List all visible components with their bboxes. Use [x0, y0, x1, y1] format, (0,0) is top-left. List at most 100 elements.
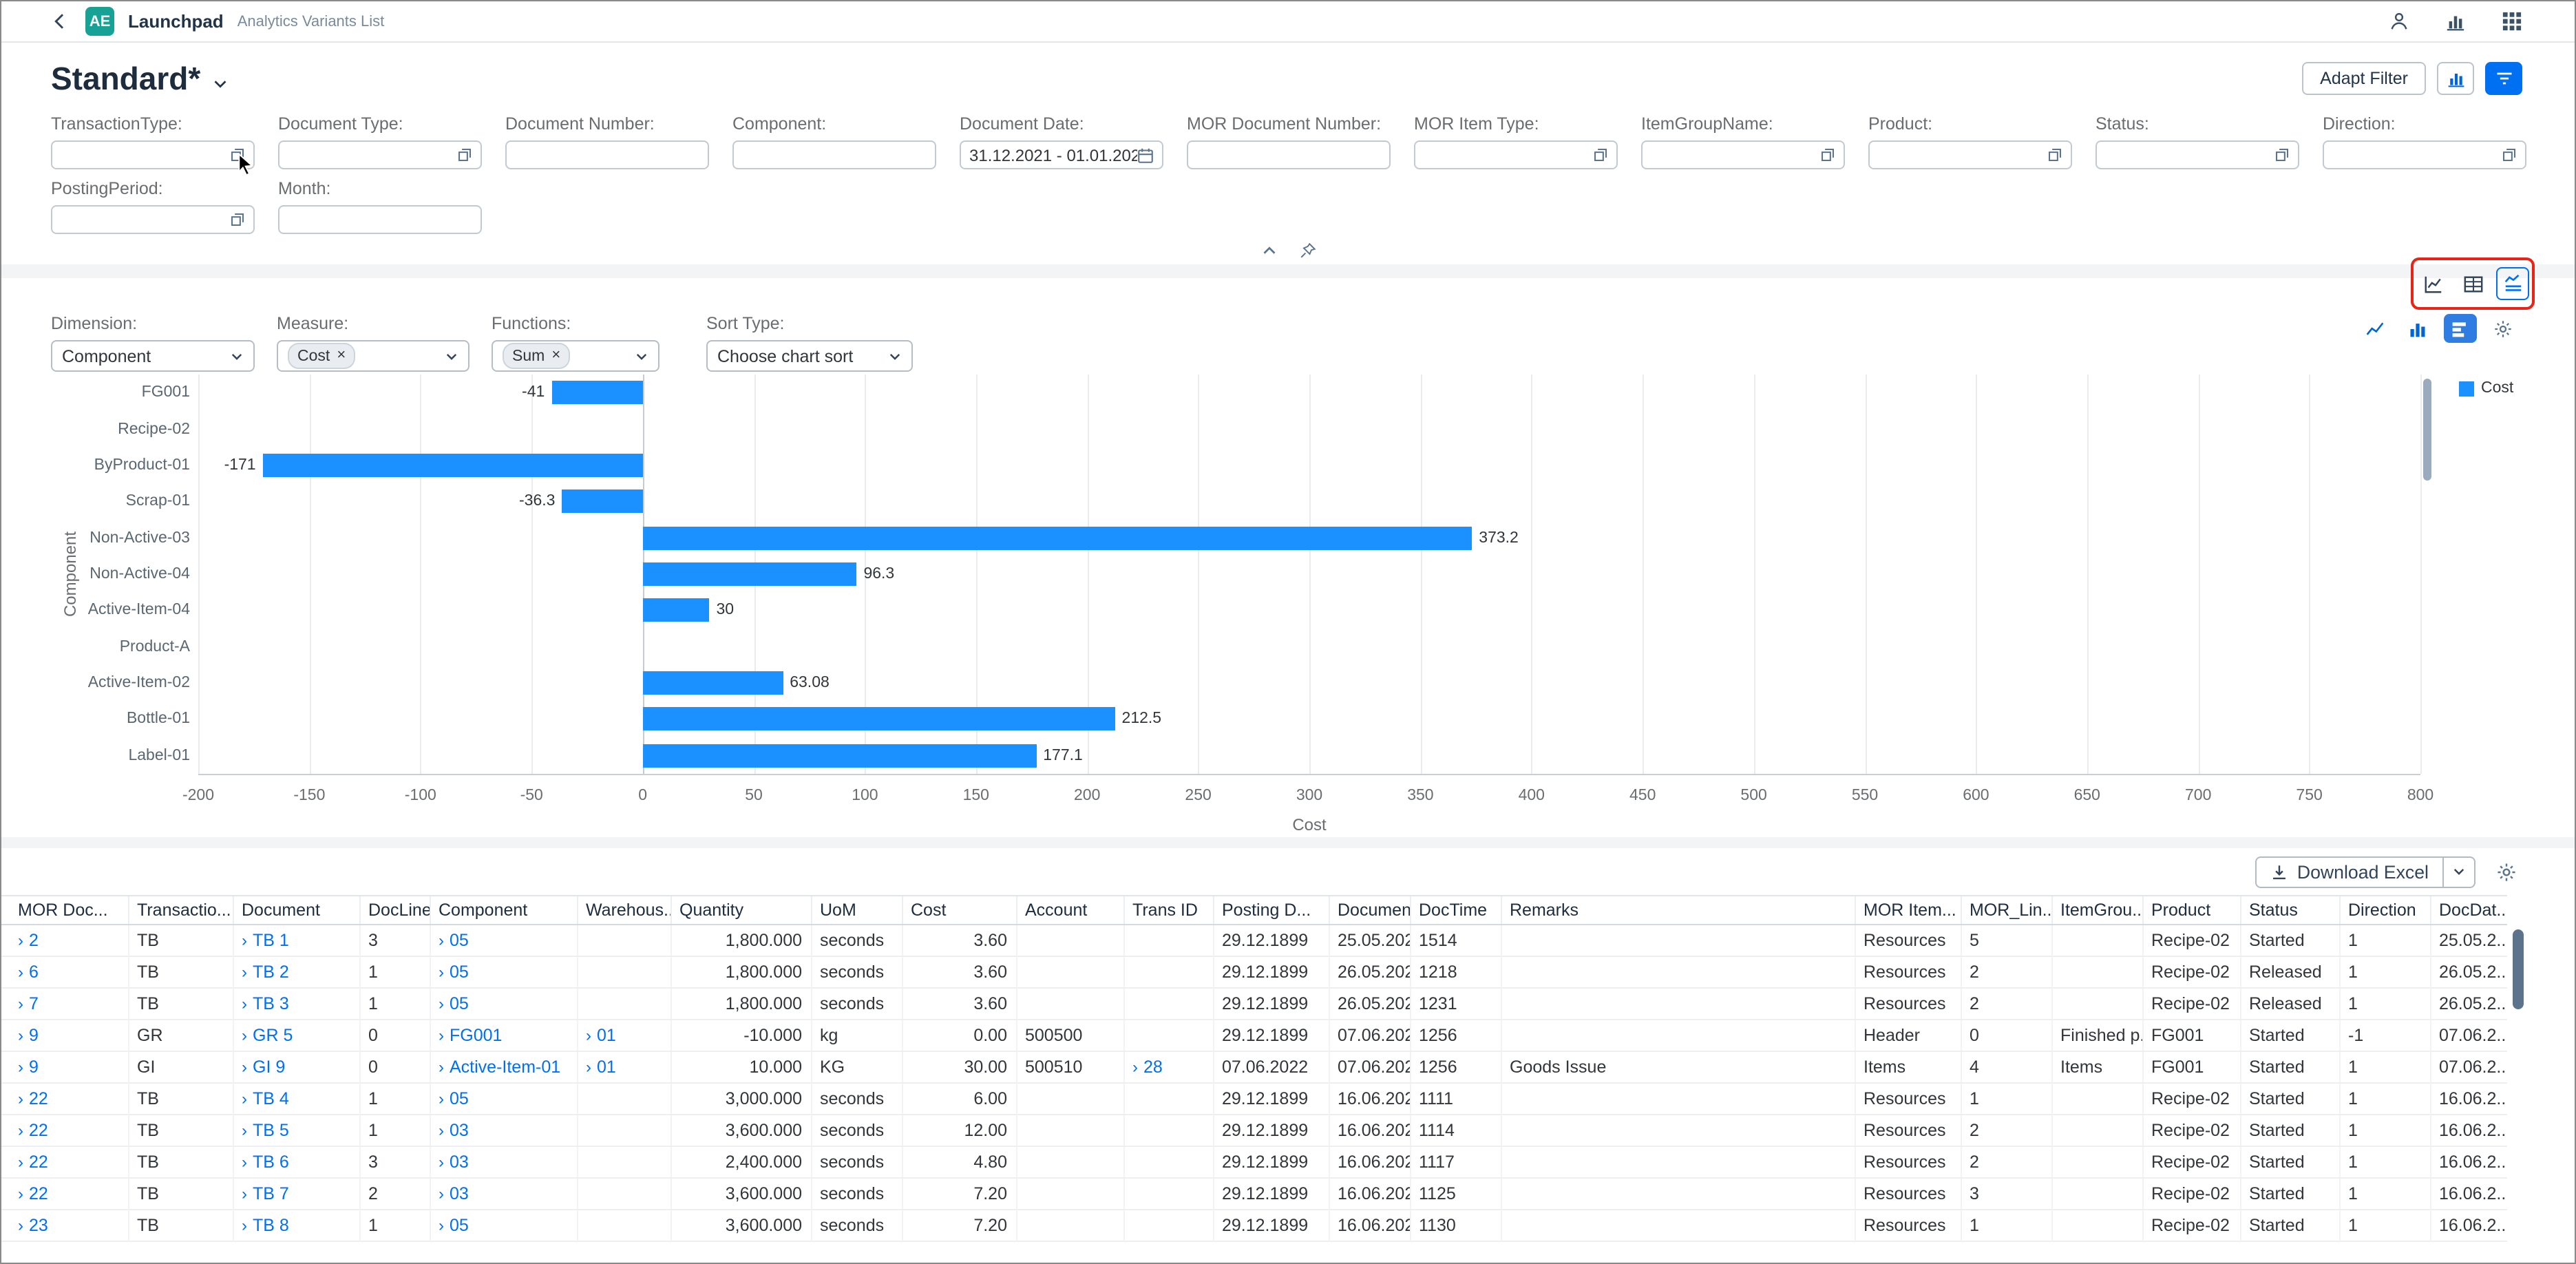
column-header[interactable]: Warehous...	[577, 896, 671, 925]
column-header[interactable]: UoM	[811, 896, 902, 925]
value-help-button[interactable]	[457, 147, 472, 162]
column-header[interactable]: MOR Item...	[1855, 896, 1961, 925]
cell-link[interactable]: ›22	[18, 1121, 48, 1140]
line-chart-type-button[interactable]	[2358, 314, 2392, 343]
column-header[interactable]: Status	[2240, 896, 2339, 925]
filter-input[interactable]: 31.12.2021 - 01.01.2023	[960, 140, 1163, 169]
variant-select-button[interactable]	[211, 75, 228, 92]
filter-input[interactable]	[278, 140, 482, 169]
cell-link[interactable]: ›TB 3	[242, 994, 289, 1013]
table-row[interactable]: ›23TB›TB 81›053,600.000seconds7.2029.12.…	[1, 1210, 2507, 1241]
cell-link[interactable]: ›05	[439, 931, 469, 950]
filter-input[interactable]	[51, 205, 255, 234]
measure-multi-input[interactable]: Cost ×	[277, 340, 469, 372]
value-help-button[interactable]	[230, 147, 245, 162]
cell-link[interactable]: ›TB 1	[242, 931, 289, 950]
filter-input[interactable]	[732, 140, 936, 169]
column-header[interactable]: Account	[1016, 896, 1123, 925]
value-help-button[interactable]	[2502, 147, 2517, 162]
table-row[interactable]: ›22TB›TB 72›033,600.000seconds7.2029.12.…	[1, 1178, 2507, 1210]
value-help-button[interactable]	[2274, 147, 2290, 162]
bar-fg001[interactable]	[551, 381, 642, 404]
value-help-button[interactable]	[1820, 147, 1835, 162]
filter-input[interactable]	[1641, 140, 1845, 169]
cell-link[interactable]: ›05	[439, 1216, 469, 1235]
cell-link[interactable]: ›TB 7	[242, 1184, 289, 1203]
filter-input[interactable]	[2095, 140, 2299, 169]
cell-link[interactable]: ›TB 4	[242, 1089, 289, 1108]
cell-link[interactable]: ›TB 5	[242, 1121, 289, 1140]
table-scrollbar-thumb[interactable]	[2513, 929, 2524, 1009]
value-help-button[interactable]	[230, 212, 245, 227]
cell-link[interactable]: ›Active-Item-01	[439, 1057, 560, 1077]
column-header[interactable]: ItemGrou...	[2051, 896, 2142, 925]
column-header[interactable]: Remarks	[1501, 896, 1855, 925]
column-header[interactable]: Transactio...	[128, 896, 233, 925]
bar-non-active-04[interactable]	[643, 562, 857, 586]
analytics-button[interactable]	[2445, 11, 2466, 32]
table-settings-button[interactable]	[2496, 861, 2517, 882]
column-header[interactable]: Direction	[2339, 896, 2430, 925]
table-row[interactable]: ›22TB›TB 63›032,400.000seconds4.8029.12.…	[1, 1146, 2507, 1178]
token-remove-icon[interactable]: ×	[551, 348, 560, 364]
horizontal-bar-chart-type-button[interactable]	[2444, 314, 2477, 343]
column-header[interactable]: DocDat...	[2430, 896, 2507, 925]
filter-input[interactable]	[278, 205, 482, 234]
column-header[interactable]: MOR Doc...	[1, 896, 128, 925]
bar-bottle-01[interactable]	[643, 708, 1115, 731]
token-remove-icon[interactable]: ×	[337, 348, 346, 364]
cell-link[interactable]: ›03	[439, 1152, 469, 1172]
cell-link[interactable]: ›7	[18, 994, 39, 1013]
column-header[interactable]: Trans ID	[1123, 896, 1213, 925]
cell-link[interactable]: ›GI 9	[242, 1057, 285, 1077]
calendar-button[interactable]	[1137, 147, 1154, 163]
table-row[interactable]: ›6TB›TB 21›051,800.000seconds3.6029.12.1…	[1, 956, 2507, 988]
cell-link[interactable]: ›6	[18, 962, 39, 982]
download-menu-button[interactable]	[2442, 857, 2474, 886]
cell-link[interactable]: ›FG001	[439, 1026, 502, 1045]
cell-link[interactable]: ›01	[586, 1057, 616, 1077]
filter-input[interactable]	[51, 140, 255, 169]
bar-active-item-04[interactable]	[643, 599, 710, 622]
filter-input[interactable]	[505, 140, 709, 169]
cell-link[interactable]: ›TB 6	[242, 1152, 289, 1172]
cell-link[interactable]: ›05	[439, 994, 469, 1013]
cell-link[interactable]: ›05	[439, 1089, 469, 1108]
table-row[interactable]: ›7TB›TB 31›051,800.000seconds3.6029.12.1…	[1, 988, 2507, 1020]
cell-link[interactable]: ›03	[439, 1184, 469, 1203]
filter-input[interactable]	[1414, 140, 1618, 169]
app-finder-button[interactable]	[2502, 11, 2522, 32]
dimension-select[interactable]: Component	[51, 340, 255, 372]
cell-link[interactable]: ›TB 2	[242, 962, 289, 982]
column-header[interactable]: Document...	[1329, 896, 1410, 925]
chart-toggle-button[interactable]	[2437, 62, 2474, 95]
column-header[interactable]: DocTime	[1410, 896, 1501, 925]
chart-scrollbar[interactable]	[2423, 379, 2431, 481]
column-header[interactable]: DocLine	[359, 896, 430, 925]
column-header[interactable]: Cost	[902, 896, 1016, 925]
chart-settings-button[interactable]	[2487, 314, 2520, 343]
bar-active-item-02[interactable]	[643, 671, 783, 695]
table-row[interactable]: ›9GR›GR 50›FG001›01-10.000kg0.0050050029…	[1, 1020, 2507, 1051]
cell-link[interactable]: ›22	[18, 1089, 48, 1108]
cell-link[interactable]: ›9	[18, 1057, 39, 1077]
table-scrollbar[interactable]	[2510, 924, 2526, 1236]
bar-byproduct-01[interactable]	[263, 454, 643, 477]
bar-non-active-03[interactable]	[643, 526, 1472, 549]
pin-filter-button[interactable]	[1299, 242, 1316, 259]
column-header[interactable]: Quantity	[671, 896, 811, 925]
cell-link[interactable]: ›03	[439, 1121, 469, 1140]
column-header[interactable]: MOR_Lin...	[1961, 896, 2051, 925]
functions-multi-input[interactable]: Sum ×	[492, 340, 659, 372]
view-chart-table-button[interactable]	[2496, 267, 2529, 300]
cell-link[interactable]: ›22	[18, 1152, 48, 1172]
table-row[interactable]: ›9GI›GI 90›Active-Item-01›0110.000KG30.0…	[1, 1051, 2507, 1083]
column-header[interactable]: Document	[233, 896, 359, 925]
column-chart-type-button[interactable]	[2401, 314, 2434, 343]
view-table-button[interactable]	[2456, 267, 2489, 300]
cell-link[interactable]: ›GR 5	[242, 1026, 293, 1045]
table-row[interactable]: ›2TB›TB 13›051,800.000seconds3.6029.12.1…	[1, 925, 2507, 956]
cell-link[interactable]: ›05	[439, 962, 469, 982]
filter-bar-toggle-button[interactable]	[2485, 62, 2522, 95]
cell-link[interactable]: ›01	[586, 1026, 616, 1045]
